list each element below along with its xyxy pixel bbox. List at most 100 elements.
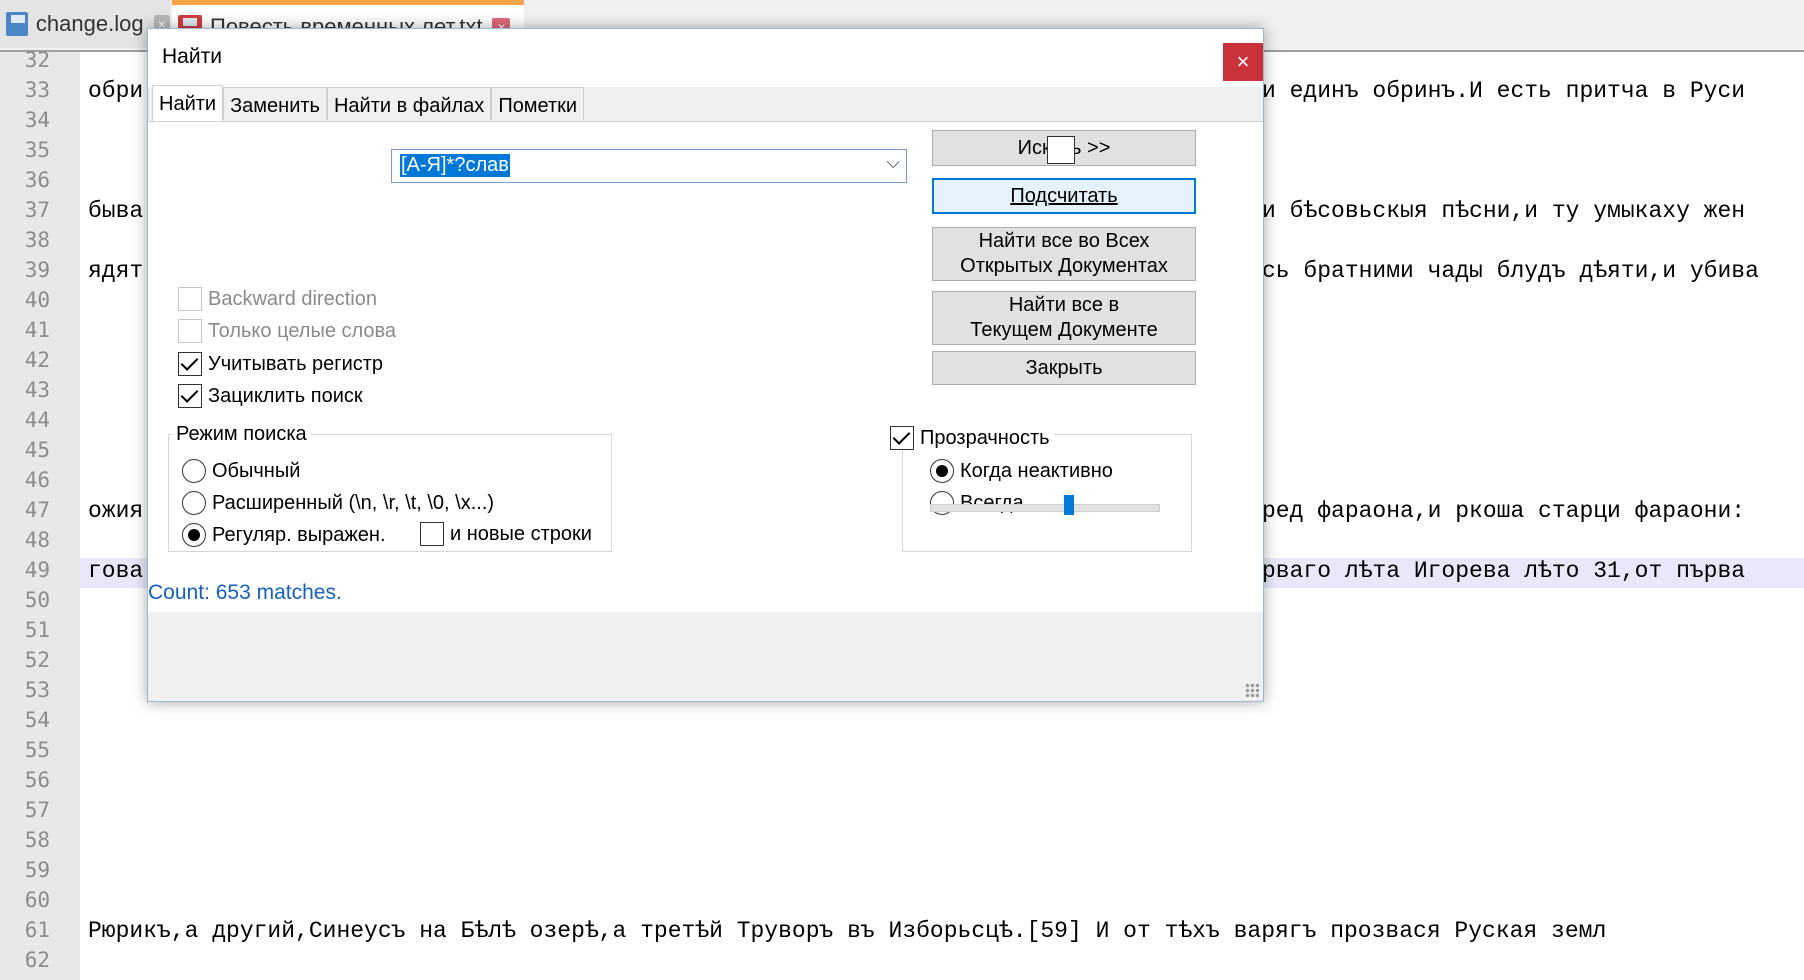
find-all-open-docs-button[interactable]: Найти все во Всех Открытых Документах (932, 227, 1196, 281)
line-number: 49 (24, 558, 50, 582)
line-number: 42 (24, 348, 50, 372)
radio-dot (930, 459, 954, 483)
button-line-1: Найти все в (1008, 294, 1120, 316)
mode-normal-radio[interactable]: Обычный (182, 459, 300, 483)
line-number: 43 (24, 378, 50, 402)
code-line-text: быва (88, 198, 144, 224)
line-number: 38 (24, 228, 50, 252)
transparency-inactive-radio[interactable]: Когда неактивно (930, 459, 1113, 483)
code-line-text: рваго лѣта Игорева лѣто 31,от първа (1262, 558, 1746, 584)
checkbox-box (178, 287, 202, 311)
checkbox-label: Только целые слова (208, 319, 397, 342)
code-line-text: ред фараона,и ркоша старци фараони: (1262, 498, 1746, 524)
line-number: 56 (24, 768, 50, 792)
tab-find-in-files[interactable]: Найти в файлах (326, 87, 492, 120)
line-number: 35 (24, 138, 50, 162)
find-dialog: Найти × Найти Заменить Найти в файлах По… (147, 28, 1264, 702)
chevron-down-icon[interactable]: ⌵ (886, 152, 900, 173)
line-number: 55 (24, 738, 50, 762)
line-number: 54 (24, 708, 50, 732)
dialog-tabs: Найти Заменить Найти в файлах Пометки (152, 85, 585, 121)
mode-regex-radio[interactable]: Регуляр. выражен. (182, 523, 386, 547)
checkbox-box (420, 522, 444, 546)
search-mode-title: Режим поиска (172, 423, 311, 446)
dot-matches-newline-checkbox[interactable]: и новые строки (420, 522, 592, 546)
save-state-icon (6, 12, 28, 36)
button-line-1: Найти все во Всех (978, 230, 1150, 252)
line-number: 32 (24, 48, 50, 72)
line-number: 50 (24, 588, 50, 612)
line-number: 61 (24, 918, 50, 942)
checkbox-label: Учитывать регистр (208, 352, 384, 375)
line-number-gutter: 32 33 34 35 36 37 38 39 40 41 42 43 44 45 46 47 48 49 50 51… (0, 48, 80, 980)
tab-label: change.log (35, 11, 144, 36)
wrap-around-checkbox[interactable]: Зациклить поиск (178, 384, 363, 408)
line-number: 41 (24, 318, 50, 342)
close-button[interactable]: Закрыть (932, 351, 1196, 385)
checkbox-box (178, 384, 202, 408)
line-number: 46 (24, 468, 50, 492)
transparency-checkbox[interactable]: Прозрачность (890, 426, 1054, 450)
line-number: 44 (24, 408, 50, 432)
line-number: 52 (24, 648, 50, 672)
line-number: 37 (24, 198, 50, 222)
line-number: 53 (24, 678, 50, 702)
transparency-slider-track[interactable] (930, 504, 1160, 512)
backward-direction-checkbox[interactable]: Backward direction (178, 287, 377, 311)
line-number: 51 (24, 618, 50, 642)
radio-dot (182, 523, 206, 547)
code-line-text: и бѣсовьскыя пѣсни,и ту умыкаху жен (1262, 198, 1746, 224)
tab-mark[interactable]: Пометки (491, 87, 585, 120)
button-line-2: Текущем Документе (970, 319, 1158, 341)
radio-label: Когда неактивно (960, 459, 1113, 482)
line-number: 40 (24, 288, 50, 312)
dialog-titlebar[interactable]: Найти × (148, 29, 1263, 87)
line-number: 45 (24, 438, 50, 462)
line-number: 39 (24, 258, 50, 282)
status-message: Count: 653 matches. (148, 581, 342, 604)
match-case-checkbox[interactable]: Учитывать регистр (178, 352, 383, 376)
checkbox-box (178, 319, 202, 343)
find-input[interactable]: [А-Я]*?слав ⌵ (391, 149, 907, 183)
code-line-text: Рюрикъ,а другий,Синеусъ на Бѣлѣ озерѣ,а … (88, 918, 1607, 944)
line-number: 60 (24, 888, 50, 912)
line-number: 48 (24, 528, 50, 552)
line-number: 57 (24, 798, 50, 822)
find-input-value: [А-Я]*?слав (400, 154, 510, 177)
transparency-slider-thumb[interactable] (1064, 495, 1074, 515)
code-line-text: гова (88, 558, 144, 584)
whole-word-checkbox[interactable]: Только целые слова (178, 319, 396, 343)
count-button-label: Подсчитать (1010, 184, 1118, 207)
mode-extended-radio[interactable]: Расширенный (\n, \r, \t, \0, \x...) (182, 491, 494, 515)
checkbox-box (890, 426, 914, 450)
checkbox-label: Backward direction (208, 287, 377, 310)
tab-replace[interactable]: Заменить (223, 87, 327, 120)
line-number: 34 (24, 108, 50, 132)
checkbox-box (178, 352, 202, 376)
code-line-text: обри (88, 78, 144, 104)
tab-find[interactable]: Найти (152, 85, 224, 121)
dialog-title: Найти (162, 45, 222, 68)
checkbox-label: Прозрачность (920, 426, 1050, 449)
line-number: 33 (24, 78, 50, 102)
radio-dot (182, 491, 206, 515)
extra-checkbox[interactable] (1047, 136, 1075, 164)
line-number: 36 (24, 168, 50, 192)
code-line-text: и единъ обринъ.И есть притча в Руси (1262, 78, 1746, 104)
radio-label: Расширенный (\n, \r, \t, \0, \x...) (212, 491, 495, 514)
radio-dot (182, 459, 206, 483)
line-number: 58 (24, 828, 50, 852)
checkbox-label: и новые строки (450, 522, 592, 545)
button-line-2: Открытых Документах (960, 255, 1168, 277)
code-line-text: ядят (88, 258, 144, 284)
count-button[interactable]: Подсчитать (932, 178, 1196, 214)
tab-change-log[interactable]: change.log × (0, 0, 170, 48)
find-all-current-doc-button[interactable]: Найти все в Текущем Документе (932, 291, 1196, 345)
line-number: 47 (24, 498, 50, 522)
close-dialog-button[interactable]: × (1223, 43, 1263, 81)
line-number: 59 (24, 858, 50, 882)
checkbox-label: Зациклить поиск (208, 384, 363, 407)
code-line-text: сь братними чады блудъ дѣяти,и убива (1262, 258, 1759, 284)
resize-grip-icon[interactable] (1245, 683, 1259, 697)
code-line-text: ожия (88, 498, 144, 524)
